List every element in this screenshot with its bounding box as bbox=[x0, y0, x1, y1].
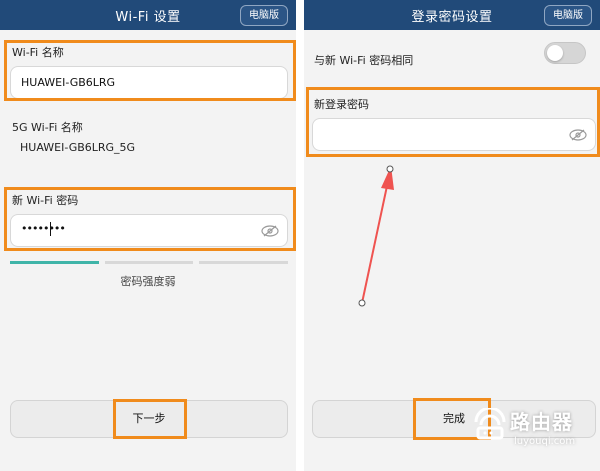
eye-icon[interactable] bbox=[261, 225, 279, 237]
next-step-button[interactable]: 下一步 bbox=[10, 400, 288, 438]
pc-version-button[interactable]: 电脑版 bbox=[544, 5, 592, 26]
router-logo-icon bbox=[474, 408, 506, 440]
new-login-password-label: 新登录密码 bbox=[314, 98, 369, 111]
login-password-screen: 登录密码设置 电脑版 与新 Wi-Fi 密码相同 新登录密码 完成 bbox=[304, 0, 600, 471]
new-wifi-password-label: 新 Wi-Fi 密码 bbox=[12, 194, 79, 207]
pc-version-button[interactable]: 电脑版 bbox=[240, 5, 288, 26]
top-bar: Wi-Fi 设置 电脑版 bbox=[0, 0, 296, 30]
wifi-name-label: Wi-Fi 名称 bbox=[12, 46, 64, 59]
new-login-password-input[interactable] bbox=[312, 118, 596, 151]
eye-icon[interactable] bbox=[569, 129, 587, 141]
new-wifi-password-value: •••••••• bbox=[21, 222, 66, 235]
wifi-name-value: HUAWEI-GB6LRG bbox=[21, 76, 116, 89]
strength-segment bbox=[104, 261, 194, 264]
wifi-settings-screen: Wi-Fi 设置 电脑版 Wi-Fi 名称 HUAWEI-GB6LRG 5G W… bbox=[0, 0, 296, 471]
password-strength-meter bbox=[10, 261, 289, 264]
wifi-name-input[interactable]: HUAWEI-GB6LRG bbox=[10, 66, 288, 99]
text-cursor bbox=[50, 222, 51, 236]
strength-segment bbox=[10, 261, 99, 264]
toggle-knob bbox=[547, 45, 563, 61]
same-as-wifi-toggle[interactable] bbox=[544, 42, 586, 64]
wifi5g-name-value: HUAWEI-GB6LRG_5G bbox=[20, 141, 136, 154]
watermark: 路由器 luyouqi.com bbox=[470, 402, 596, 464]
same-as-wifi-label: 与新 Wi-Fi 密码相同 bbox=[314, 54, 414, 67]
top-bar: 登录密码设置 电脑版 bbox=[304, 0, 600, 30]
watermark-url: luyouqi.com bbox=[514, 436, 576, 447]
new-wifi-password-input[interactable]: •••••••• bbox=[10, 214, 288, 247]
password-strength-label: 密码强度弱 bbox=[120, 275, 176, 288]
wifi5g-name-label: 5G Wi-Fi 名称 bbox=[12, 121, 83, 134]
strength-segment bbox=[199, 261, 289, 264]
watermark-title: 路由器 bbox=[510, 410, 573, 434]
